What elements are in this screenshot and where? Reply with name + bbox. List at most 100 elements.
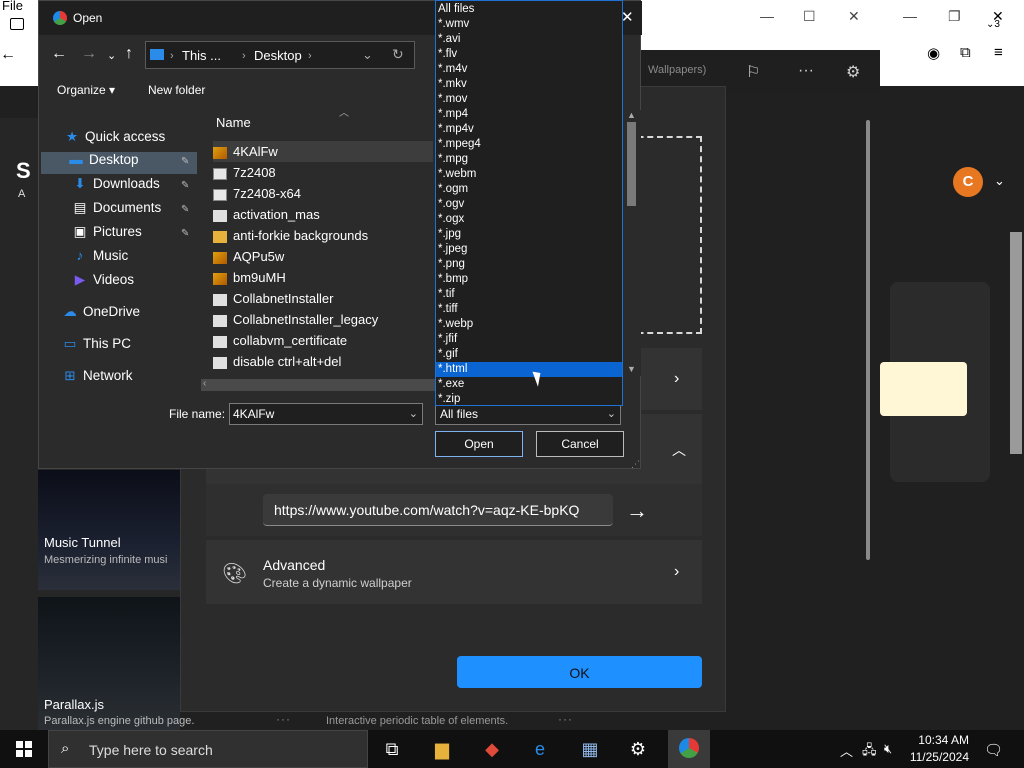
taskbar-search[interactable]: ⌕ Type here to search xyxy=(48,730,368,768)
forward-icon[interactable]: → xyxy=(81,45,97,63)
file-type-option[interactable]: *.webm xyxy=(436,167,622,182)
wallpaper-tile[interactable]: Music Tunnel Mesmerizing infinite musi xyxy=(38,470,180,590)
file-row[interactable]: CollabnetInstaller_legacy xyxy=(213,309,433,330)
file-type-option[interactable]: *.jfif xyxy=(436,332,622,347)
pin-icon[interactable]: ✎ xyxy=(181,180,189,191)
file-row[interactable]: 7z2408 xyxy=(213,162,433,183)
scrollbar[interactable] xyxy=(1010,232,1022,454)
browser-minimize-icon[interactable]: — xyxy=(903,8,917,24)
file-row[interactable]: 4KAlFw xyxy=(213,141,433,162)
task-view-icon[interactable]: ⧉ xyxy=(380,737,404,761)
file-type-option[interactable]: *.ogm xyxy=(436,182,622,197)
file-type-option[interactable]: *.mp4v xyxy=(436,122,622,137)
chevron-right-icon[interactable]: › xyxy=(674,563,679,581)
nav-item-videos[interactable]: ▶ Videos xyxy=(73,272,134,294)
nav-item-onedrive[interactable]: ☁ OneDrive xyxy=(63,304,140,326)
clock[interactable]: 10:34 AM 11/25/2024 xyxy=(907,732,969,766)
up-icon[interactable]: ↑ xyxy=(125,45,133,63)
file-type-option[interactable]: *.zip xyxy=(436,392,622,405)
file-row[interactable]: disable ctrl+alt+del xyxy=(213,351,433,372)
pin-icon[interactable]: ✎ xyxy=(181,156,189,167)
browser-restore-icon[interactable]: ❐ xyxy=(948,8,961,25)
file-type-option[interactable]: *.ogv xyxy=(436,197,622,212)
arrow-right-icon[interactable]: → xyxy=(626,498,648,524)
scrollbar[interactable] xyxy=(866,120,870,560)
browser-back-icon[interactable]: ← xyxy=(0,46,16,64)
scroll-up-icon[interactable]: ▲ xyxy=(627,110,636,120)
minimize-icon[interactable]: — xyxy=(760,8,774,24)
tile-more-icon[interactable]: ··· xyxy=(558,712,573,726)
file-type-option[interactable]: *.tiff xyxy=(436,302,622,317)
file-type-option[interactable]: *.tif xyxy=(436,287,622,302)
tab-overview-icon[interactable] xyxy=(10,18,24,30)
pin-icon[interactable]: ✎ xyxy=(181,204,189,215)
file-type-option[interactable]: *.html xyxy=(436,362,622,377)
file-name-input[interactable]: 4KAlFw ⌄ xyxy=(229,403,423,425)
chevron-right-icon[interactable]: › xyxy=(674,370,679,388)
menu-file[interactable]: File xyxy=(2,0,23,13)
file-type-option[interactable]: *.mov xyxy=(436,92,622,107)
file-type-option[interactable]: *.avi xyxy=(436,32,622,47)
file-type-option[interactable]: *.png xyxy=(436,257,622,272)
file-type-select[interactable]: All files ⌄ xyxy=(435,403,621,425)
file-row[interactable]: AQPu5w xyxy=(213,246,433,267)
file-type-option[interactable]: *.jpg xyxy=(436,227,622,242)
file-type-option[interactable]: *.bmp xyxy=(436,272,622,287)
file-row[interactable]: bm9uMH xyxy=(213,267,433,288)
nav-item-this-pc[interactable]: ▭ This PC xyxy=(63,336,131,358)
back-icon[interactable]: ← xyxy=(51,45,67,63)
open-button[interactable]: Open xyxy=(435,431,523,457)
new-folder-button[interactable]: New folder xyxy=(148,83,205,97)
show-hidden-icons-icon[interactable]: ︿ xyxy=(840,741,853,760)
more-icon[interactable]: ··· xyxy=(798,62,814,80)
internet-explorer-icon[interactable]: e xyxy=(528,737,552,761)
scroll-left-icon[interactable]: ‹ xyxy=(203,378,206,389)
avatar[interactable]: C xyxy=(953,167,983,197)
volume-muted-icon[interactable]: 🔇︎ xyxy=(884,741,892,757)
refresh-icon[interactable]: ↻ xyxy=(392,46,404,63)
network-tray-icon[interactable]: 🖧︎ xyxy=(862,741,877,763)
file-type-option[interactable]: *.m4v xyxy=(436,62,622,77)
file-type-option[interactable]: *.mpeg4 xyxy=(436,137,622,152)
file-type-option[interactable]: *.mpg xyxy=(436,152,622,167)
close-icon[interactable]: ✕ xyxy=(848,8,860,25)
horizontal-scrollbar[interactable]: ‹ xyxy=(201,378,437,391)
settings-icon[interactable]: ⚙ xyxy=(626,737,650,761)
nav-item-quick-access[interactable]: ★ Quick access xyxy=(65,129,165,151)
profile-icon[interactable]: ◉ xyxy=(927,44,940,64)
ok-button[interactable]: OK xyxy=(457,656,702,688)
nav-item-documents[interactable]: ▤ Documents xyxy=(73,200,162,222)
file-type-option[interactable]: *.ogx xyxy=(436,212,622,227)
nav-item-music[interactable]: ♪ Music xyxy=(73,248,129,270)
url-input[interactable]: https://www.youtube.com/watch?v=aqz-KE-b… xyxy=(263,494,613,526)
file-row[interactable]: CollabnetInstaller xyxy=(213,288,433,309)
chevron-down-icon[interactable]: ⌄ xyxy=(607,404,616,424)
wallpaper-tile[interactable]: Parallax.js Parallax.js engine github pa… xyxy=(38,597,194,730)
file-type-option[interactable]: *.webp xyxy=(436,317,622,332)
settings-icon[interactable]: ⚙ xyxy=(846,62,860,82)
chevron-down-icon[interactable]: ⌄ xyxy=(409,404,418,424)
chevron-up-icon[interactable]: ︿ xyxy=(672,440,686,460)
file-type-option[interactable]: *.exe xyxy=(436,377,622,392)
scroll-thumb[interactable] xyxy=(627,122,636,206)
file-type-option[interactable]: All files xyxy=(436,2,622,17)
breadcrumb-item[interactable]: This ... xyxy=(182,48,221,63)
scroll-down-icon[interactable]: ▼ xyxy=(627,364,636,374)
breadcrumb-item[interactable]: Desktop xyxy=(254,48,302,63)
chevron-down-icon[interactable]: ⌄ xyxy=(994,173,1005,189)
file-type-option[interactable]: *.mp4 xyxy=(436,107,622,122)
nav-item-downloads[interactable]: ⬇ Downloads xyxy=(73,176,159,198)
file-row[interactable]: activation_mas xyxy=(213,204,433,225)
flag-icon[interactable]: ⚐ xyxy=(746,62,760,82)
nav-item-pictures[interactable]: ▣ Pictures xyxy=(73,224,142,246)
tab-count-badge[interactable]: ⌄3 xyxy=(986,19,1000,39)
network-app-icon[interactable]: ▦ xyxy=(578,737,602,761)
chevron-down-icon[interactable]: ⌄ xyxy=(362,47,373,63)
tile-more-icon[interactable]: ··· xyxy=(276,712,291,726)
file-type-option[interactable]: *.mkv xyxy=(436,77,622,92)
dropdown-scrollbar[interactable]: ▲ ▼ xyxy=(623,110,641,376)
cancel-button[interactable]: Cancel xyxy=(536,431,624,457)
pin-icon[interactable]: ✎ xyxy=(181,228,189,239)
address-bar[interactable]: › This ... › Desktop › ⌄ ↻ xyxy=(145,41,415,69)
file-type-option[interactable]: *.wmv xyxy=(436,17,622,32)
